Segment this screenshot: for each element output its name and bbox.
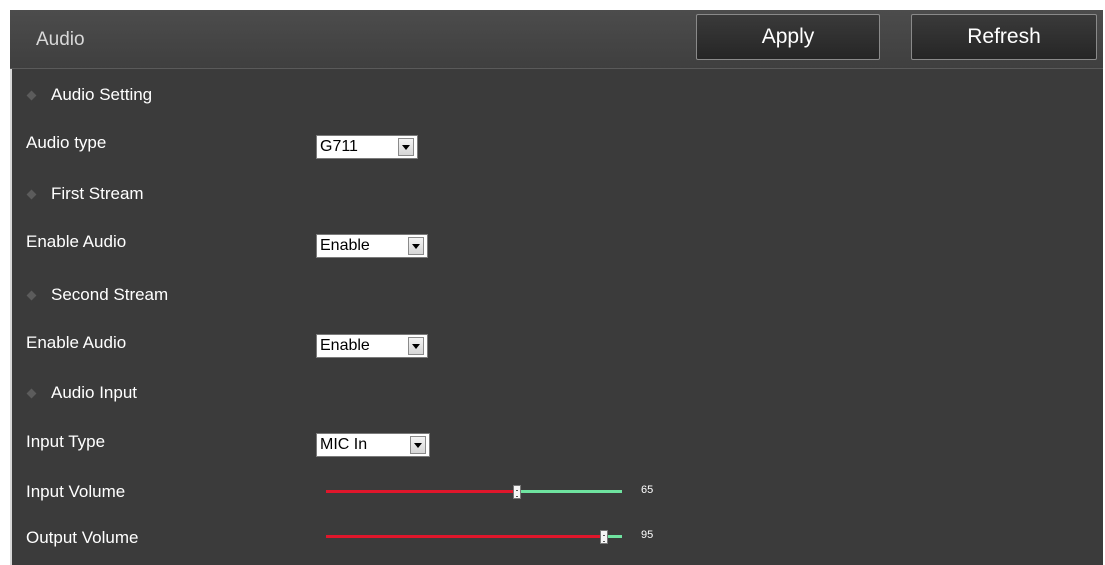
slider-filled-track [326, 490, 513, 493]
input-type-select[interactable]: MIC In [316, 433, 430, 457]
chevron-down-icon[interactable] [408, 337, 424, 355]
chevron-down-icon[interactable] [410, 436, 426, 454]
input-type-value: MIC In [320, 436, 368, 453]
slider-remaining-track [521, 490, 622, 493]
input-volume-value: 65 [641, 484, 654, 496]
input-volume-slider[interactable] [326, 485, 622, 499]
audio-type-value: G711 [320, 138, 358, 155]
diamond-bullet-icon [26, 189, 37, 199]
section-title: Audio Input [51, 383, 138, 402]
apply-button[interactable]: Apply [696, 14, 880, 60]
diamond-bullet-icon [26, 388, 37, 398]
first-enable-audio-select[interactable]: Enable [316, 234, 428, 258]
audio-settings-panel: Audio Apply Refresh Audio Setting Audio … [10, 10, 1103, 565]
refresh-button[interactable]: Refresh [911, 14, 1097, 60]
audio-type-label: Audio type [26, 133, 107, 152]
output-volume-slider[interactable] [326, 530, 622, 544]
input-type-label: Input Type [26, 432, 106, 451]
second-enable-audio-value: Enable [320, 337, 370, 354]
slider-remaining-track [608, 535, 622, 538]
chevron-down-icon[interactable] [408, 237, 424, 255]
first-enable-audio-value: Enable [320, 237, 370, 254]
second-enable-audio-select[interactable]: Enable [316, 334, 428, 358]
section-audio-setting: Audio Setting [26, 83, 153, 107]
section-title: Second Stream [51, 285, 169, 304]
slider-filled-track [326, 535, 600, 538]
slider-handle[interactable] [600, 530, 608, 544]
section-title: First Stream [51, 184, 144, 203]
diamond-bullet-icon [26, 290, 37, 300]
section-audio-input: Audio Input [26, 381, 138, 405]
panel-header: Audio Apply Refresh [10, 10, 1103, 69]
second-enable-audio-label: Enable Audio [26, 333, 127, 352]
panel-left-border [10, 69, 12, 565]
input-volume-label: Input Volume [26, 482, 126, 501]
section-first-stream: First Stream [26, 182, 144, 206]
slider-handle[interactable] [513, 485, 521, 499]
output-volume-value: 95 [641, 529, 654, 541]
chevron-down-icon[interactable] [398, 138, 414, 156]
output-volume-label: Output Volume [26, 528, 139, 547]
section-second-stream: Second Stream [26, 283, 169, 307]
page-title: Audio [36, 29, 85, 50]
section-title: Audio Setting [51, 85, 153, 104]
audio-type-select[interactable]: G711 [316, 135, 418, 159]
first-enable-audio-label: Enable Audio [26, 232, 127, 251]
diamond-bullet-icon [26, 90, 37, 100]
